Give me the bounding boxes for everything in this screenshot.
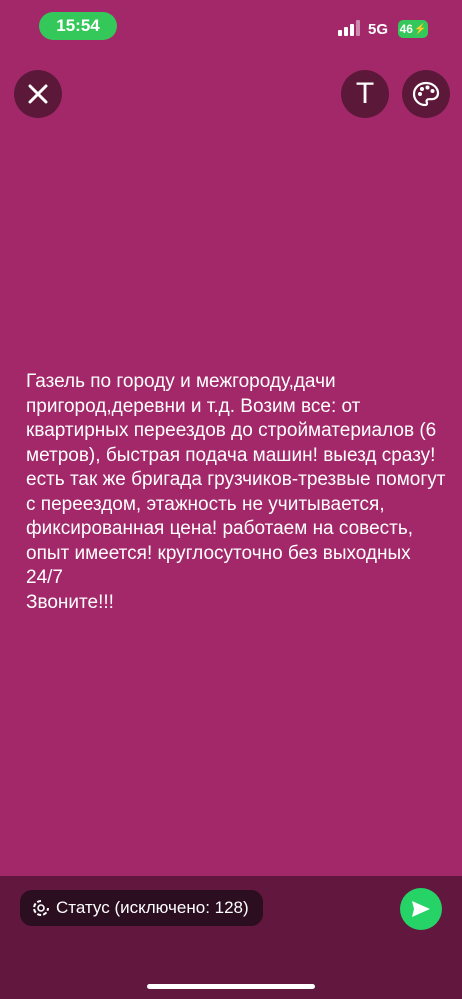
text-icon: T xyxy=(355,77,375,110)
color-palette-button[interactable] xyxy=(402,70,450,118)
status-chip-label: Статус (исключено: 128) xyxy=(56,898,249,917)
status-message-text: Газель по городу и межгороду,дачи пригор… xyxy=(26,371,446,613)
battery-icon: 46 ⚡ xyxy=(398,20,428,38)
status-ring-icon xyxy=(32,899,50,917)
send-button[interactable] xyxy=(400,888,442,930)
network-label: 5G xyxy=(368,21,389,38)
close-icon xyxy=(28,84,48,104)
send-icon xyxy=(412,901,430,917)
battery-level: 46 xyxy=(399,22,413,36)
close-button[interactable] xyxy=(14,70,62,118)
status-privacy-button[interactable]: Статус (исключено: 128) xyxy=(20,890,263,926)
text-style-button[interactable]: T xyxy=(341,70,389,118)
home-indicator xyxy=(147,984,315,989)
charging-bolt-icon: ⚡ xyxy=(413,23,427,35)
signal-icon xyxy=(338,20,360,36)
bottom-bar: Статус (исключено: 128) xyxy=(0,876,462,999)
palette-icon xyxy=(412,81,440,107)
status-time: 15:54 xyxy=(39,12,117,40)
status-bar: 15:54 5G 46 ⚡ xyxy=(0,0,462,52)
